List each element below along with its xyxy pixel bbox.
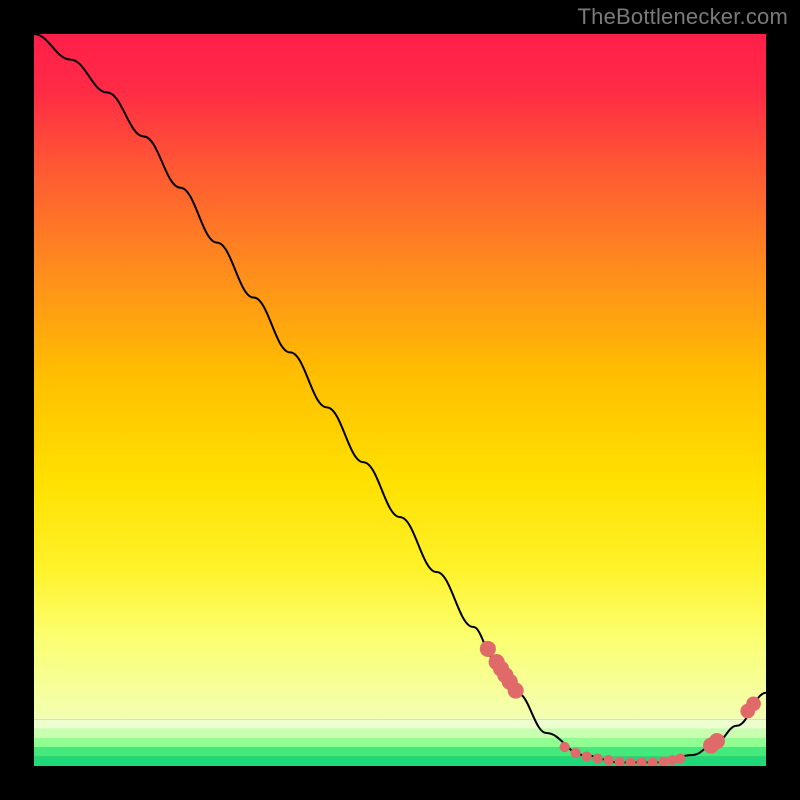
bottom-band (34, 747, 766, 757)
marker-dot (593, 754, 603, 764)
marker-dot (508, 683, 524, 699)
marker-dot (746, 696, 761, 711)
marker-dot (582, 751, 592, 761)
bottom-band (34, 738, 766, 748)
marker-dot (571, 748, 581, 758)
bottom-band (34, 729, 766, 739)
plot-area (34, 34, 766, 766)
bottom-band (34, 719, 766, 729)
marker-dot (675, 754, 685, 764)
marker-dot (560, 742, 570, 752)
marker-dot (603, 755, 613, 765)
chart-svg (34, 34, 766, 766)
marker-dot (480, 641, 496, 657)
chart-container: TheBottlenecker.com (0, 0, 800, 800)
attribution-text: TheBottlenecker.com (578, 4, 788, 30)
marker-dot (709, 733, 725, 749)
